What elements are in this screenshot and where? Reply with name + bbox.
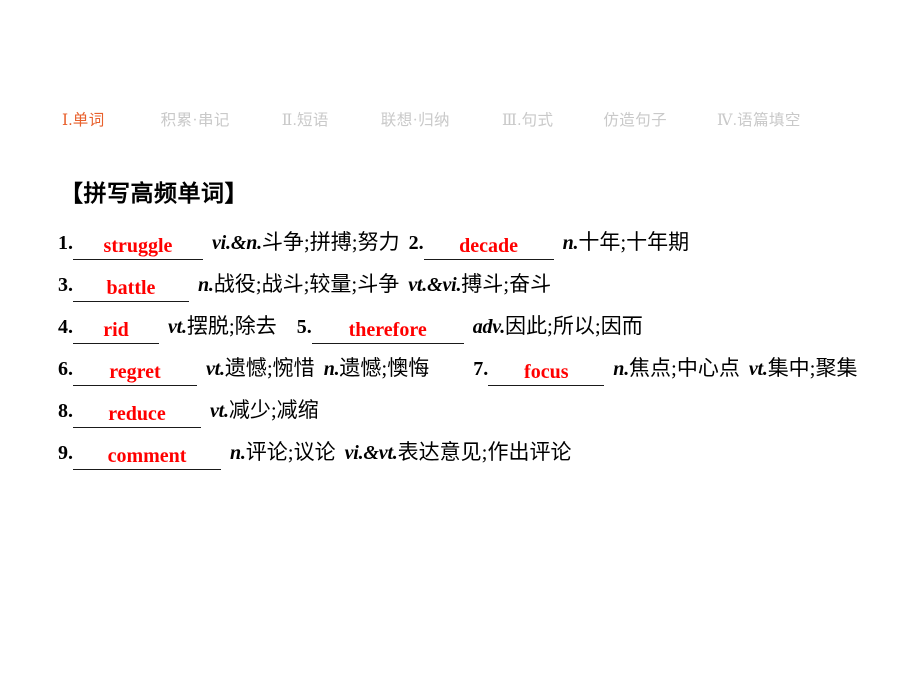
meaning-5a: 因此;所以;因而 (505, 314, 643, 338)
nav-item-imitate-sentences[interactable]: 仿造句子 (603, 113, 667, 129)
pos-7a: n. (613, 358, 629, 380)
meaning-2a: 十年;十年期 (578, 230, 690, 254)
pos-6b: n. (323, 358, 340, 380)
item-number-7: 7. (473, 358, 489, 380)
meaning-4a: 摆脱;除去 (186, 314, 277, 338)
pos-5a: adv. (472, 316, 506, 338)
meaning-3a: 战役;战斗;较量;斗争 (213, 272, 400, 296)
nav-item-phrases[interactable]: Ⅱ.短语 (282, 113, 329, 129)
item-number-5: 5. (296, 316, 312, 338)
answer-blank-struggle[interactable]: struggle (73, 234, 203, 260)
word-entry-row-6: 6. regret vt.遗憾;惋惜 n.遗憾;懊悔 7. focus n.焦点;中心点 vt… (58, 348, 888, 390)
word-list: 1. struggle vi.&n.斗争;拼搏;努力 2. decade n.十年;十年期… (58, 222, 888, 474)
meaning-1a: 斗争;拼搏;努力 (261, 230, 400, 254)
pos-3a: n. (198, 274, 214, 296)
word-entry-row-3: 3. battle n.战役;战斗;较量;斗争 vt.&vi.搏斗;奋斗 (58, 264, 888, 306)
word-entry-row-9: 9. comment n.评论;议论 vi.&vt.表达意见;作出评论 (58, 432, 888, 474)
pos-1a: vi.&n. (212, 232, 262, 254)
answer-blank-comment[interactable]: comment (73, 444, 221, 470)
item-number-9: 9. (58, 442, 73, 464)
nav-item-accumulate[interactable]: 积累·串记 (161, 113, 230, 129)
item-number-6: 6. (58, 358, 73, 380)
pos-6a: vt. (206, 358, 225, 380)
answer-blank-rid[interactable]: rid (73, 318, 159, 344)
pos-8a: vt. (210, 400, 229, 422)
meaning-6b: 遗憾;懊悔 (339, 356, 430, 380)
item-number-2: 2. (408, 232, 424, 254)
pos-3b: vt.&vi. (408, 274, 462, 296)
answer-blank-regret[interactable]: regret (73, 360, 197, 386)
meaning-7b: 集中;聚集 (767, 356, 858, 380)
pos-4a: vt. (168, 316, 187, 338)
section-heading: 【拼写高频单词】 (60, 180, 248, 206)
pos-2a: n. (562, 232, 579, 254)
answer-blank-reduce[interactable]: reduce (73, 402, 201, 428)
word-entry-row-8: 8. reduce vt.减少;减缩 (58, 390, 888, 432)
answer-blank-focus[interactable]: focus (488, 360, 605, 386)
meaning-9b: 表达意见;作出评论 (397, 440, 572, 464)
meaning-8a: 减少;减缩 (228, 398, 319, 422)
word-entry-row-4: 4. rid vt.摆脱;除去 5. therefore adv.因此;所以;因而 (58, 306, 888, 348)
meaning-9a: 评论;议论 (245, 440, 336, 464)
item-number-4: 4. (58, 316, 73, 338)
meaning-6a: 遗憾;惋惜 (224, 356, 315, 380)
answer-blank-decade[interactable]: decade (423, 234, 554, 260)
nav-item-sentence-patterns[interactable]: Ⅲ.句式 (502, 113, 553, 129)
section-nav: Ⅰ.单词 积累·串记 Ⅱ.短语 联想·归纳 Ⅲ.句式 仿造句子 Ⅳ.语篇填空 (62, 106, 882, 136)
item-number-8: 8. (58, 400, 73, 422)
answer-blank-therefore[interactable]: therefore (311, 318, 464, 344)
nav-item-association[interactable]: 联想·归纳 (381, 113, 450, 129)
item-number-1: 1. (58, 232, 73, 254)
meaning-3b: 搏斗;奋斗 (461, 272, 552, 296)
pos-9a: n. (230, 442, 246, 464)
word-entry-row-1: 1. struggle vi.&n.斗争;拼搏;努力 2. decade n.十年;十年期 (58, 222, 888, 264)
item-number-3: 3. (58, 274, 73, 296)
nav-item-vocabulary[interactable]: Ⅰ.单词 (62, 113, 105, 129)
answer-blank-battle[interactable]: battle (73, 276, 189, 302)
nav-item-cloze[interactable]: Ⅳ.语篇填空 (717, 113, 801, 129)
pos-7b: vt. (748, 358, 768, 380)
pos-9b: vi.&vt. (344, 442, 398, 464)
meaning-7a: 焦点;中心点 (629, 356, 740, 380)
